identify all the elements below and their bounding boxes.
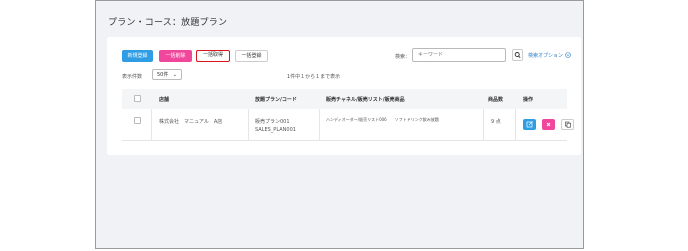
- record-count: 1件中１から１まで表示: [287, 74, 341, 80]
- chevron-circle-icon: [564, 52, 571, 58]
- column-divider: [483, 109, 484, 140]
- bulk-delete-button[interactable]: 一括削除: [159, 50, 192, 62]
- header-count: 商品数: [488, 97, 504, 103]
- row-plan-name[interactable]: 販売プラン001: [255, 118, 290, 125]
- app-window: プラン・コース：放題プラン 新規登録 一括削除 一括取得 一括登録 検索： 検索…: [95, 0, 584, 249]
- copy-icon: [565, 121, 571, 128]
- search-options-label: 検索オプション: [528, 53, 564, 59]
- row-store: 株式会社 マニュアル A店: [159, 119, 223, 125]
- new-button[interactable]: 新規登録: [122, 50, 153, 62]
- column-divider: [151, 109, 152, 140]
- per-page-label: 表示件数: [122, 74, 143, 80]
- column-divider: [515, 109, 516, 140]
- header-actions: 操作: [523, 97, 534, 103]
- column-divider: [248, 109, 249, 140]
- row-checkbox[interactable]: [134, 117, 141, 124]
- close-icon: [546, 122, 551, 127]
- bulk-register-button[interactable]: 一括登録: [235, 50, 268, 62]
- delete-button[interactable]: [542, 119, 555, 130]
- row-channel: ハンディオーダー/販売リスト006 ソフトドリンク飲み放題: [326, 117, 439, 122]
- header-plan: 放題プラン/コード: [255, 97, 297, 103]
- column-divider: [319, 109, 320, 140]
- header-channel: 販売チャネル/販売リスト/販売商品: [326, 97, 405, 103]
- search-label: 検索：: [395, 54, 411, 60]
- table-header: 店舗 放題プラン/コード 販売チャネル/販売リスト/販売商品 商品数 操作: [122, 89, 567, 110]
- table-row: 株式会社 マニュアル A店 販売プラン001 SALES_PLAN001 ハンデ…: [122, 109, 574, 141]
- edit-button[interactable]: [523, 119, 536, 130]
- page-title: プラン・コース：放題プラン: [108, 18, 228, 28]
- select-all-checkbox[interactable]: [134, 95, 141, 102]
- search-icon: [514, 52, 521, 59]
- copy-button[interactable]: [561, 119, 574, 130]
- search-button[interactable]: [512, 49, 523, 61]
- row-plan-code: SALES_PLAN001: [255, 127, 296, 133]
- search-options-link[interactable]: 検索オプション: [528, 52, 571, 59]
- chevron-down-icon: ⌄: [172, 72, 177, 78]
- edit-icon: [526, 121, 533, 128]
- per-page-value: 50件: [157, 72, 169, 78]
- per-page-select[interactable]: 50件 ⌄: [152, 69, 182, 80]
- bulk-get-button[interactable]: 一括取得: [196, 50, 230, 62]
- row-count: 9 点: [491, 119, 501, 125]
- content-card: 新規登録 一括削除 一括取得 一括登録 検索： 検索オプション 表示件数 50件…: [107, 37, 581, 155]
- search-input[interactable]: [412, 48, 506, 62]
- header-store: 店舗: [159, 97, 170, 103]
